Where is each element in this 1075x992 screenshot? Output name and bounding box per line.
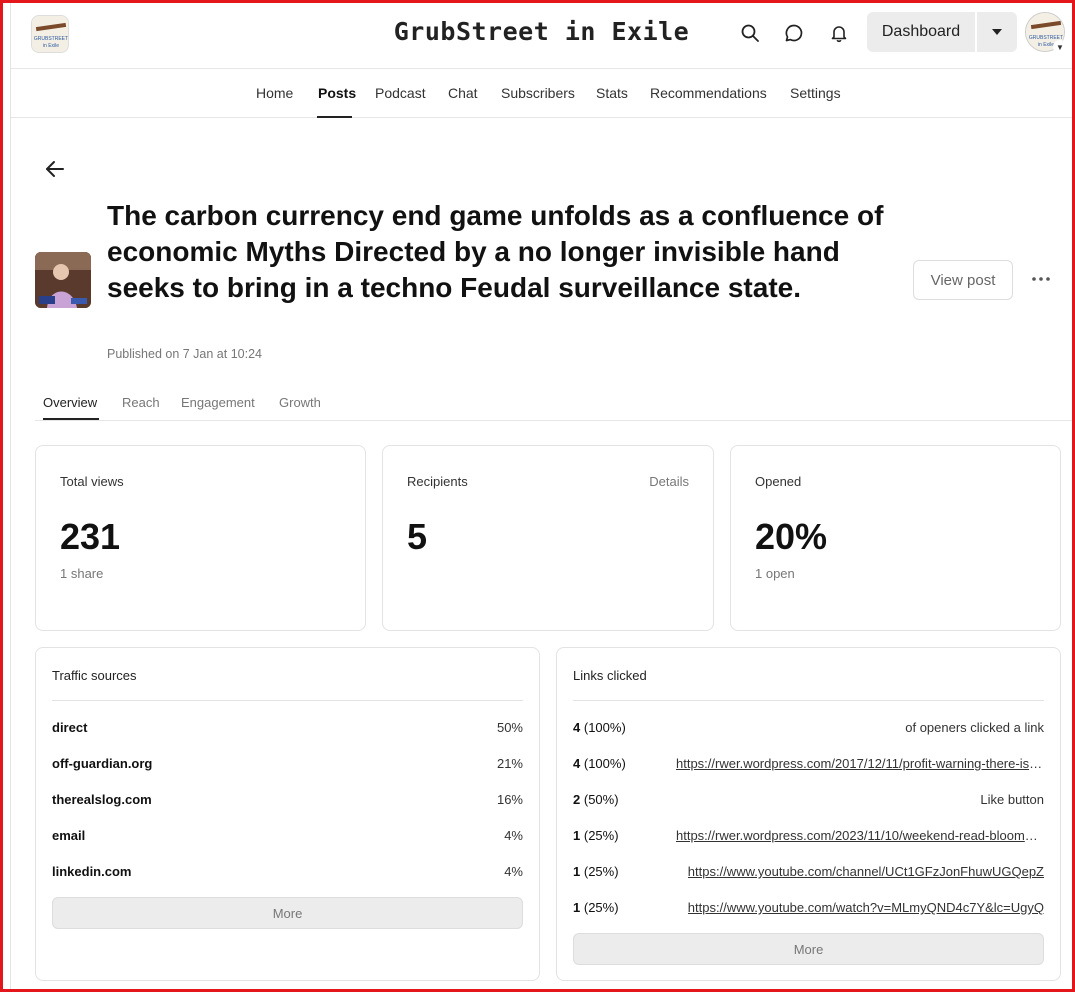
link-count: 2 (50%) [573,792,619,807]
main-nav: Home Posts Podcast Chat Subscribers Stat… [11,68,1072,118]
link-row: 2 (50%) Like button [573,792,1044,812]
opened-label: Opened [755,474,802,489]
links-more-button[interactable]: More [573,933,1044,965]
link-row: 1 (25%) https://www.youtube.com/channel/… [573,864,1044,884]
link-count: 1 (25%) [573,900,619,915]
tab-active-underline [43,418,99,420]
bell-icon[interactable] [826,20,852,46]
recipients-card: Recipients Details 5 [382,445,714,631]
divider [52,700,523,701]
link-text: of openers clicked a link [905,720,1044,735]
traffic-source: linkedin.com [52,864,132,879]
opened-count: 1 open [755,566,795,581]
traffic-row: email 4% [52,828,523,848]
traffic-row: off-guardian.org 21% [52,756,523,776]
chat-bubble-icon[interactable] [781,20,807,46]
traffic-percent: 4% [504,828,523,843]
traffic-row: linkedin.com 4% [52,864,523,884]
link-row: 4 (100%) https://rwer.wordpress.com/2017… [573,756,1044,776]
traffic-percent: 16% [496,792,523,807]
link-text: Like button [980,792,1044,807]
traffic-sources-title: Traffic sources [52,668,137,683]
nav-stats[interactable]: Stats [596,85,628,101]
traffic-more-button[interactable]: More [52,897,523,929]
app-window: GRUBSTREET in Exile GrubStreet in Exile … [10,3,1072,989]
tab-reach[interactable]: Reach [122,395,160,410]
opened-value: 20% [755,516,828,557]
link-count: 1 (25%) [573,828,619,843]
recipients-details-link[interactable]: Details [649,474,689,489]
link-row: 1 (25%) https://rwer.wordpress.com/2023/… [573,828,1044,848]
nav-active-underline [317,116,352,118]
link-row: 1 (25%) https://www.youtube.com/watch?v=… [573,900,1044,920]
link-row: 4 (100%) of openers clicked a link [573,720,1044,740]
nav-recommendations[interactable]: Recommendations [650,85,767,101]
dashboard-dropdown-button[interactable] [977,12,1017,52]
dashboard-button[interactable]: Dashboard [867,12,975,52]
link-url[interactable]: https://rwer.wordpress.com/2017/12/11/pr… [676,756,1044,771]
total-views-card: Total views 231 1 share [35,445,366,631]
nav-subscribers[interactable]: Subscribers [501,85,575,101]
traffic-source: therealslog.com [52,792,152,807]
post-title: The carbon currency end game unfolds as … [107,200,884,303]
top-bar: GRUBSTREET in Exile GrubStreet in Exile … [11,3,1072,69]
published-date: Published on 7 Jan at 10:24 [107,347,262,361]
traffic-source: direct [52,720,88,735]
traffic-percent: 4% [504,864,523,879]
traffic-source: email [52,828,86,843]
avatar-caret-icon[interactable]: ▼ [1053,40,1067,54]
link-url[interactable]: https://www.youtube.com/watch?v=MLmyQND4… [688,900,1044,915]
link-count: 4 (100%) [573,720,626,735]
caret-down-icon [992,29,1002,35]
traffic-row: therealslog.com 16% [52,792,523,812]
nav-podcast[interactable]: Podcast [375,85,426,101]
nav-home[interactable]: Home [256,85,293,101]
link-url[interactable]: https://rwer.wordpress.com/2023/11/10/we… [676,828,1044,843]
divider [573,700,1044,701]
nav-settings[interactable]: Settings [790,85,841,101]
search-icon[interactable] [737,20,763,46]
stats-tabs: Overview Reach Engagement Growth [35,383,1072,421]
tab-overview[interactable]: Overview [43,395,97,410]
traffic-percent: 50% [496,720,523,735]
link-count: 4 (100%) [573,756,626,771]
post-thumbnail [35,252,91,308]
traffic-source: off-guardian.org [52,756,153,771]
total-views-value: 231 [60,516,121,557]
tab-growth[interactable]: Growth [279,395,321,410]
traffic-row: direct 50% [52,720,523,740]
nav-chat[interactable]: Chat [448,85,478,101]
back-arrow-icon[interactable] [43,157,67,181]
links-clicked-panel: Links clicked 4 (100%) of openers clicke… [556,647,1061,981]
recipients-value: 5 [407,516,428,557]
nav-posts[interactable]: Posts [318,85,356,101]
more-options-icon[interactable] [1027,269,1055,289]
traffic-percent: 21% [496,756,523,771]
total-views-shares: 1 share [60,566,104,581]
recipients-label: Recipients [407,474,468,489]
view-post-button[interactable]: View post [913,260,1013,300]
opened-card: Opened 20% 1 open [730,445,1061,631]
tab-engagement[interactable]: Engagement [181,395,255,410]
link-count: 1 (25%) [573,864,619,879]
link-url[interactable]: https://www.youtube.com/channel/UCt1GFzJ… [688,864,1044,879]
links-clicked-title: Links clicked [573,668,647,683]
post-thumbnail-image [35,252,91,308]
total-views-label: Total views [60,474,124,489]
traffic-sources-panel: Traffic sources direct 50% off-guardian.… [35,647,540,981]
svg-text:in Exile: in Exile [1038,42,1054,48]
